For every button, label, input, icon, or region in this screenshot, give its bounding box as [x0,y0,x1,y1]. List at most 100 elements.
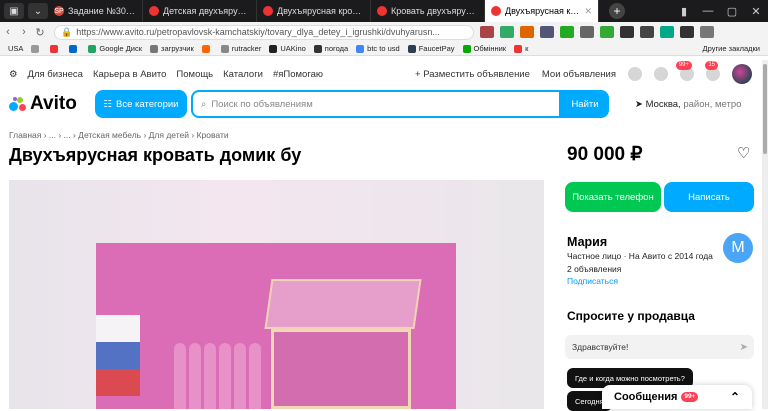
tab-favicon-icon [149,6,159,16]
extension-icon[interactable] [660,26,674,38]
browser-menu-icon[interactable]: ▣ [4,3,24,19]
bookmark-item[interactable]: загрузчик [150,44,194,53]
bookmark-item[interactable] [201,44,213,53]
extension-icon[interactable] [480,26,494,38]
other-bookmarks[interactable]: Другие закладки [703,44,760,53]
window-controls: ▮ — ▢ ✕ [672,0,768,22]
bookmarks-bar: USA Google Диск загрузчик rutracker UAKi… [0,42,768,56]
write-button[interactable]: Написать [664,182,754,212]
post-ad-link[interactable]: + Разместить объявление [415,69,530,80]
extension-icon[interactable] [580,26,594,38]
ask-seller-heading: Спросите у продавца [567,309,695,323]
url-input[interactable]: 🔒 https://www.avito.ru/petropavlovsk-kam… [54,24,474,40]
bookmark-icon [50,44,59,53]
extension-icon[interactable] [600,26,614,38]
minimize-icon[interactable]: — [696,5,720,17]
bookmark-item[interactable] [50,44,61,53]
bookmark-item[interactable]: Обмінник [462,44,506,53]
extension-icon[interactable] [620,26,634,38]
favorites-heart-icon[interactable] [628,67,642,81]
link-help[interactable]: Помощь [176,69,213,80]
show-phone-button[interactable]: Показать телефон [565,182,661,212]
maximize-icon[interactable]: ▢ [720,5,744,18]
bookmark-icon [69,44,78,53]
extension-icon[interactable] [700,26,714,38]
google-drive-icon [88,44,97,53]
messages-badge: 99+ [675,61,692,70]
search-row: Avito ☷ Все категории ⌕ Поиск по объявлени… [0,88,768,120]
cart-icon[interactable]: 15 [705,61,720,81]
message-input[interactable]: Здравствуйте! ➤ [565,335,754,359]
favorite-heart-icon[interactable]: ♡ [737,144,750,162]
link-business[interactable]: Для бизнеса [28,69,83,80]
bookmark-item[interactable]: к [514,44,528,53]
close-window-icon[interactable]: ✕ [744,5,768,18]
browser-tab-active[interactable]: Двухъярусная кровать д✕ [485,0,599,22]
link-career[interactable]: Карьера в Авито [93,69,166,80]
messages-icon[interactable]: 99+ [675,61,694,81]
bookmark-item[interactable] [31,44,42,53]
tab-favicon-icon [377,6,387,16]
reload-icon[interactable]: ↻ [32,26,48,39]
subscribe-link[interactable]: Подписаться [567,276,618,286]
notifications-bell-icon[interactable] [654,67,668,81]
all-categories-button[interactable]: ☷ Все категории [95,90,187,118]
new-tab-button[interactable]: + [609,3,625,19]
bookmark-icon [201,44,210,53]
messenger-badge: 99+ [681,392,699,402]
user-avatar[interactable] [732,64,752,84]
avito-logo[interactable]: Avito [9,93,95,115]
menu-grid-icon: ☷ [103,98,113,110]
tab-list-icon[interactable]: ⌄ [28,3,48,19]
extension-icon[interactable] [680,26,694,38]
bookmark-item[interactable] [69,44,80,53]
bookmark-item[interactable]: rutracker [220,44,261,53]
extension-icon[interactable] [560,26,574,38]
bookmark-item[interactable]: FaucetPay [407,44,455,53]
bookmark-item[interactable]: Google Диск [88,44,142,53]
close-tab-icon[interactable]: ✕ [584,6,592,17]
tab-favicon-icon [263,6,273,16]
extension-icon[interactable] [540,26,554,38]
bookmark-icon [150,44,158,53]
breadcrumb[interactable]: Главная › ... › ... › Детская мебель › Д… [9,130,229,140]
address-bar-row: ‹ › ↻ 🔒 https://www.avito.ru/petropavlov… [0,22,768,42]
chevron-up-icon[interactable]: ⌃ [730,390,740,404]
bookmark-icon [356,44,365,53]
page-scrollbar[interactable] [762,60,768,409]
bookmark-item[interactable]: UAKino [269,44,306,53]
find-button[interactable]: Найти [561,90,609,118]
bookmark-ribbon-icon[interactable]: ▮ [672,5,696,18]
tab-favicon-icon: SP [54,6,64,16]
extension-icon[interactable] [520,26,534,38]
seller-avatar[interactable]: M [723,233,753,263]
bookmark-icon [407,44,416,53]
browser-tab[interactable]: Двухъярусная кровать с т [257,0,371,22]
link-ya-pomogayu[interactable]: #яПомогаю [273,69,323,80]
extension-icon[interactable] [640,26,654,38]
listing-photo[interactable] [9,180,544,409]
back-icon[interactable]: ‹ [0,26,16,38]
cart-badge: 15 [705,61,718,70]
page-title: Двухъярусная кровать домик бу [9,145,302,165]
browser-tab[interactable]: SPЗадание №3002844 - про [48,0,143,22]
bookmark-item[interactable]: USA [8,44,23,53]
bookmark-icon [462,44,471,53]
bookmark-item[interactable]: btc to usd [356,44,400,53]
browser-tab[interactable]: Кровать двухъярусная из [371,0,485,22]
send-icon[interactable]: ➤ [740,342,748,353]
extension-icon[interactable] [500,26,514,38]
bed-photo-image [96,243,456,409]
seller-name[interactable]: Мария [567,235,607,249]
browser-tab[interactable]: Детская двухъярусная кр [143,0,257,22]
location-selector[interactable]: ➤ Москва, район, метро [635,99,741,110]
bookmark-icon [313,44,322,53]
seller-info: Частное лицо · На Авито с 2014 года 2 об… [567,251,713,274]
bookmark-item[interactable]: погода [313,44,348,53]
search-input[interactable]: ⌕ Поиск по объявлениям [191,90,561,118]
my-ads-link[interactable]: Мои объявления [542,69,616,80]
forward-icon[interactable]: › [16,26,32,38]
bookmark-icon [514,44,523,53]
link-catalogs[interactable]: Каталоги [223,69,263,80]
messenger-panel[interactable]: Сообщения 99+ ⌃ [602,385,752,409]
